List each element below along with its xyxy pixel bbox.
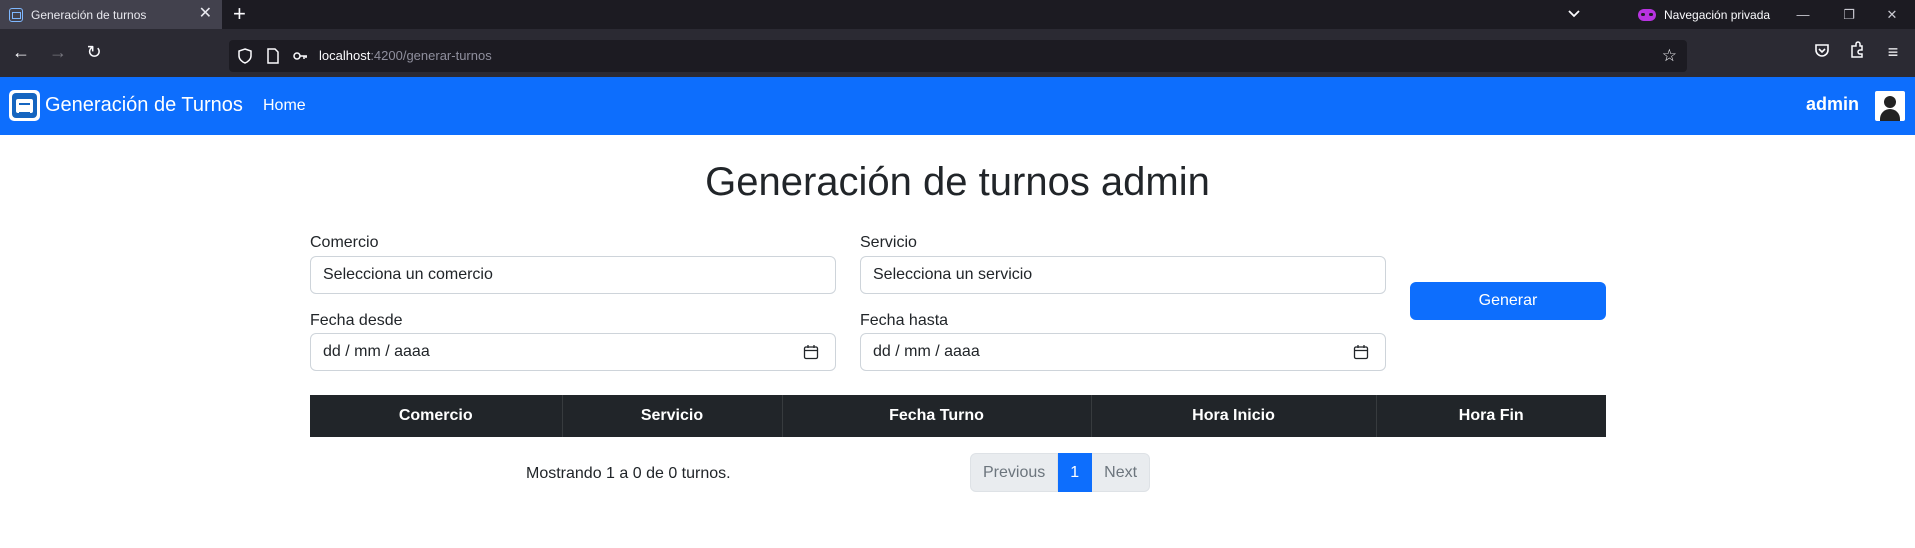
list-all-tabs-icon[interactable] [1565, 5, 1583, 23]
table-header-row: Comercio Servicio Fecha Turno Hora Inici… [310, 395, 1606, 437]
next-page-button[interactable]: Next [1092, 453, 1151, 492]
user-name[interactable]: admin [1806, 94, 1859, 115]
servicio-label: Servicio [860, 234, 917, 251]
comercio-label: Comercio [310, 234, 379, 251]
fecha-desde-placeholder: dd / mm / aaaa [323, 343, 430, 360]
column-header-fecha-turno[interactable]: Fecha Turno [782, 395, 1092, 437]
nav-link-home[interactable]: Home [263, 97, 306, 115]
private-mask-icon [1638, 8, 1656, 21]
results-summary: Mostrando 1 a 0 de 0 turnos. [526, 465, 731, 482]
url-path: :4200/generar-turnos [370, 48, 492, 63]
tab-title: Generación de turnos [31, 7, 147, 22]
column-header-hora-inicio[interactable]: Hora Inicio [1091, 395, 1377, 437]
menu-icon[interactable]: ≡ [1882, 41, 1904, 63]
forward-icon[interactable]: → [47, 41, 69, 63]
calendar-icon[interactable] [1353, 344, 1369, 360]
page-title: Generación de turnos admin [705, 160, 1210, 204]
fecha-desde-input[interactable]: dd / mm / aaaa [310, 333, 836, 371]
bookmark-star-icon[interactable]: ☆ [1662, 46, 1677, 66]
app-navbar: Generación de Turnos Home admin [0, 77, 1915, 135]
comercio-select-value: Selecciona un comercio [323, 266, 493, 283]
calendar-logo-icon[interactable] [9, 90, 40, 121]
brand-title[interactable]: Generación de Turnos [45, 94, 243, 117]
tracking-shield-icon[interactable] [237, 48, 253, 64]
calendar-icon[interactable] [803, 344, 819, 360]
column-header-hora-fin[interactable]: Hora Fin [1376, 395, 1606, 437]
pagination: Previous 1 Next [970, 453, 1151, 492]
servicio-select-value: Selecciona un servicio [873, 266, 1033, 283]
user-avatar-icon[interactable] [1875, 91, 1905, 121]
pocket-icon[interactable] [1811, 41, 1833, 63]
url-bar[interactable]: localhost:4200/generar-turnos ☆ [229, 40, 1687, 72]
private-browsing-indicator: Navegación privada [1638, 0, 1770, 29]
generar-button[interactable]: Generar [1410, 282, 1606, 320]
back-icon[interactable]: ← [10, 41, 32, 63]
extensions-icon[interactable] [1846, 41, 1868, 63]
page-1-button[interactable]: 1 [1058, 453, 1093, 492]
fecha-desde-label: Fecha desde [310, 312, 403, 329]
page-info-icon[interactable] [265, 48, 281, 64]
key-permissions-icon[interactable] [292, 48, 308, 64]
fecha-hasta-label: Fecha hasta [860, 312, 949, 329]
previous-page-button[interactable]: Previous [970, 453, 1059, 492]
restore-icon[interactable]: ❐ [1826, 0, 1872, 29]
reload-icon[interactable]: ↻ [83, 41, 105, 63]
close-tab-icon[interactable]: ✕ [199, 4, 212, 24]
comercio-select[interactable]: Selecciona un comercio [310, 256, 836, 294]
column-header-comercio[interactable]: Comercio [310, 395, 563, 437]
fecha-hasta-placeholder: dd / mm / aaaa [873, 343, 980, 360]
browser-tab-bar: Generación de turnos ✕ + Navegación priv… [0, 0, 1915, 29]
fecha-hasta-input[interactable]: dd / mm / aaaa [860, 333, 1386, 371]
minimize-icon[interactable]: — [1780, 0, 1826, 29]
app-favicon-icon [9, 7, 23, 22]
column-header-servicio[interactable]: Servicio [562, 395, 783, 437]
browser-tab[interactable]: Generación de turnos ✕ [0, 0, 222, 29]
close-window-icon[interactable]: ✕ [1869, 0, 1915, 29]
turnos-table: Comercio Servicio Fecha Turno Hora Inici… [310, 395, 1606, 437]
private-browsing-label: Navegación privada [1664, 7, 1771, 22]
new-tab-icon[interactable]: + [233, 2, 246, 26]
servicio-select[interactable]: Selecciona un servicio [860, 256, 1386, 294]
url-text: localhost:4200/generar-turnos [319, 48, 492, 63]
url-host: localhost [319, 48, 371, 63]
